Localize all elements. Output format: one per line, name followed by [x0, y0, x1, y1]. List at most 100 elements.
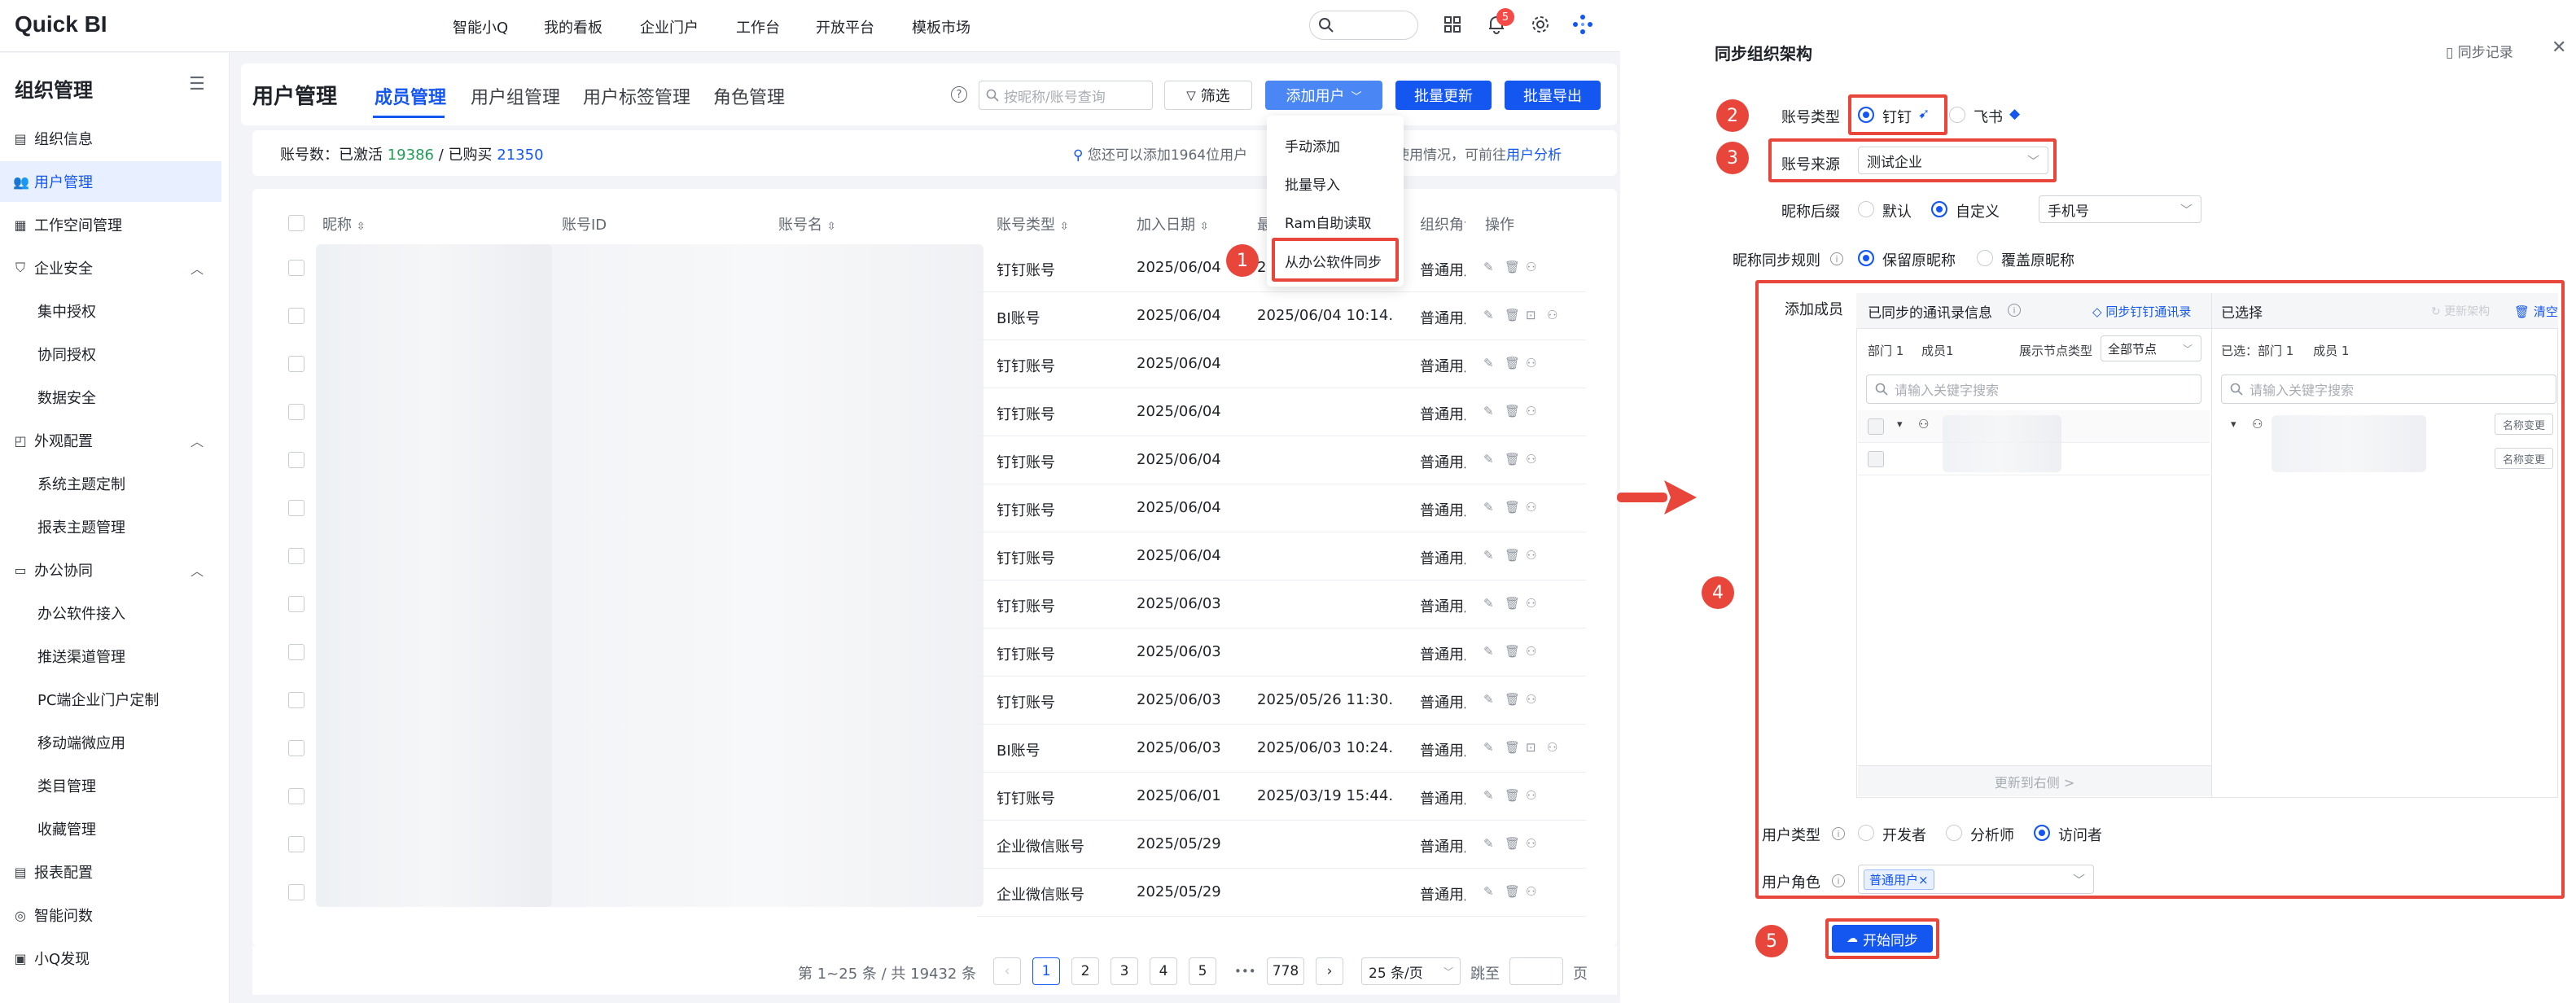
- user-setting-icon[interactable]: ⚇: [1526, 692, 1536, 707]
- row-checkbox[interactable]: [288, 644, 304, 660]
- nav-item-portal[interactable]: 企业门户: [640, 16, 699, 37]
- column-header-account-type[interactable]: 账号类型 ⇳: [997, 213, 1069, 234]
- row-checkbox[interactable]: [288, 500, 304, 516]
- radio-visitor[interactable]: [2034, 825, 2050, 841]
- info-icon[interactable]: i: [1830, 252, 1843, 265]
- user-setting-icon[interactable]: ⚇: [1547, 308, 1557, 322]
- edit-icon[interactable]: ✎: [1483, 884, 1494, 899]
- page-button[interactable]: 3: [1111, 957, 1138, 985]
- dots-icon[interactable]: [1570, 11, 1596, 37]
- menu-item-manual-add[interactable]: 手动添加: [1285, 135, 1340, 155]
- filter-button[interactable]: ▽ 筛选: [1164, 81, 1252, 110]
- member-checkbox[interactable]: [1868, 451, 1884, 467]
- update-to-right-button[interactable]: 更新到右侧 >: [1858, 765, 2211, 796]
- rename-button[interactable]: 名称变更: [2495, 414, 2553, 435]
- close-icon[interactable]: ✕: [2552, 37, 2566, 58]
- row-checkbox[interactable]: [288, 356, 304, 372]
- user-setting-icon[interactable]: ⚇: [1526, 884, 1536, 899]
- info-icon[interactable]: i: [2008, 304, 2021, 317]
- lock-icon[interactable]: ⊡: [1526, 308, 1536, 322]
- page-button[interactable]: 5: [1189, 957, 1216, 985]
- edit-icon[interactable]: ✎: [1483, 452, 1494, 466]
- nav-item-dashboard[interactable]: 我的看板: [544, 16, 602, 37]
- edit-icon[interactable]: ✎: [1483, 692, 1494, 707]
- edit-icon[interactable]: ✎: [1483, 308, 1494, 322]
- delete-icon[interactable]: 🗑: [1505, 404, 1520, 418]
- info-icon[interactable]: i: [1832, 827, 1845, 840]
- row-checkbox[interactable]: [288, 836, 304, 852]
- sidebar-item-user-management[interactable]: 👥 用户管理: [0, 161, 221, 202]
- batch-update-button[interactable]: 批量更新: [1395, 81, 1492, 110]
- sidebar-item-workspace[interactable]: ▦ 工作空间管理: [0, 204, 221, 245]
- user-setting-icon[interactable]: ⚇: [1526, 452, 1536, 466]
- remove-tag-icon[interactable]: ×: [1918, 873, 1929, 887]
- sidebar-item-org-info[interactable]: ▤ 组织信息: [0, 118, 221, 159]
- tab-user-tags[interactable]: 用户标签管理: [583, 83, 690, 109]
- edit-icon[interactable]: ✎: [1483, 500, 1494, 515]
- sidebar-item-pc-portal[interactable]: PC端企业门户定制: [0, 679, 221, 720]
- select-all-checkbox[interactable]: [288, 215, 304, 231]
- prev-page-button[interactable]: ‹: [993, 957, 1021, 985]
- sidebar-item-favorites[interactable]: 收藏管理: [0, 808, 221, 849]
- node-type-select[interactable]: 全部节点 ﹀: [2101, 335, 2201, 361]
- delete-icon[interactable]: 🗑: [1505, 884, 1520, 899]
- column-header-account-name[interactable]: 账号名 ⇳: [778, 213, 836, 234]
- info-icon[interactable]: i: [1832, 874, 1845, 887]
- help-icon[interactable]: ?: [951, 86, 967, 103]
- global-search-input[interactable]: [1309, 11, 1418, 40]
- start-sync-button[interactable]: ☁ 开始同步: [1832, 925, 1933, 953]
- row-checkbox[interactable]: [288, 548, 304, 564]
- row-checkbox[interactable]: [288, 260, 304, 276]
- user-analysis-link[interactable]: 用户分析: [1506, 147, 1562, 164]
- page-button[interactable]: 2: [1071, 957, 1099, 985]
- row-checkbox[interactable]: [288, 452, 304, 468]
- page-size-select[interactable]: 25 条/页 ﹀: [1361, 957, 1461, 985]
- radio-suffix-custom[interactable]: [1931, 201, 1947, 217]
- delete-icon[interactable]: 🗑: [1505, 452, 1520, 466]
- edit-icon[interactable]: ✎: [1483, 404, 1494, 418]
- user-setting-icon[interactable]: ⚇: [1526, 356, 1536, 370]
- sidebar-item-appearance[interactable]: ◰ 外观配置 ︿: [0, 420, 221, 461]
- delete-icon[interactable]: 🗑: [1505, 260, 1520, 274]
- sidebar-item-collab-auth[interactable]: 协同授权: [0, 334, 221, 374]
- row-checkbox[interactable]: [288, 596, 304, 612]
- delete-icon[interactable]: 🗑: [1505, 692, 1520, 707]
- radio-analyst[interactable]: [1946, 825, 1962, 841]
- delete-icon[interactable]: 🗑: [1505, 836, 1520, 851]
- radio-keep-nickname[interactable]: [1858, 250, 1874, 266]
- user-setting-icon[interactable]: ⚇: [1526, 404, 1536, 418]
- row-checkbox[interactable]: [288, 740, 304, 756]
- page-button[interactable]: 1: [1032, 957, 1060, 985]
- user-setting-icon[interactable]: ⚇: [1526, 644, 1536, 659]
- next-page-button[interactable]: ›: [1316, 957, 1343, 985]
- edit-icon[interactable]: ✎: [1483, 740, 1494, 755]
- user-setting-icon[interactable]: ⚇: [1526, 836, 1536, 851]
- delete-icon[interactable]: 🗑: [1505, 644, 1520, 659]
- edit-icon[interactable]: ✎: [1483, 596, 1494, 611]
- row-checkbox[interactable]: [288, 884, 304, 900]
- radio-suffix-default[interactable]: [1858, 201, 1874, 217]
- sync-record-link[interactable]: ▯ 同步记录: [2446, 41, 2513, 61]
- menu-item-batch-import[interactable]: 批量导入: [1285, 173, 1340, 194]
- user-setting-icon[interactable]: ⚇: [1526, 500, 1536, 515]
- app-logo[interactable]: Quick BI: [15, 11, 107, 37]
- clear-button[interactable]: 🗑 清空: [2514, 303, 2558, 320]
- delete-icon[interactable]: 🗑: [1505, 788, 1520, 803]
- synced-search-input[interactable]: 请输入关键字搜索: [1866, 374, 2201, 404]
- radio-developer[interactable]: [1858, 825, 1874, 841]
- delete-icon[interactable]: 🗑: [1505, 356, 1520, 370]
- caret-down-icon[interactable]: ▾: [1897, 418, 1903, 431]
- sync-dingtalk-link[interactable]: ◇ 同步钉钉通讯录: [2092, 303, 2191, 320]
- row-checkbox[interactable]: [288, 692, 304, 708]
- menu-item-ram-read[interactable]: Ram自助读取: [1285, 212, 1371, 232]
- caret-down-icon[interactable]: ▾: [2231, 418, 2236, 431]
- sidebar-item-data-security[interactable]: 数据安全: [0, 377, 221, 418]
- radio-overwrite-nickname[interactable]: [1977, 250, 1993, 266]
- tab-user-groups[interactable]: 用户组管理: [471, 83, 560, 109]
- selected-search-input[interactable]: 请输入关键字搜索: [2221, 374, 2556, 404]
- page-button[interactable]: 778: [1267, 957, 1304, 985]
- sidebar-item-discover[interactable]: ▣ 小Q发现: [0, 938, 221, 979]
- gear-icon[interactable]: [1527, 11, 1553, 37]
- add-user-button[interactable]: 添加用户 ﹀: [1265, 81, 1382, 110]
- user-setting-icon[interactable]: ⚇: [1526, 260, 1536, 274]
